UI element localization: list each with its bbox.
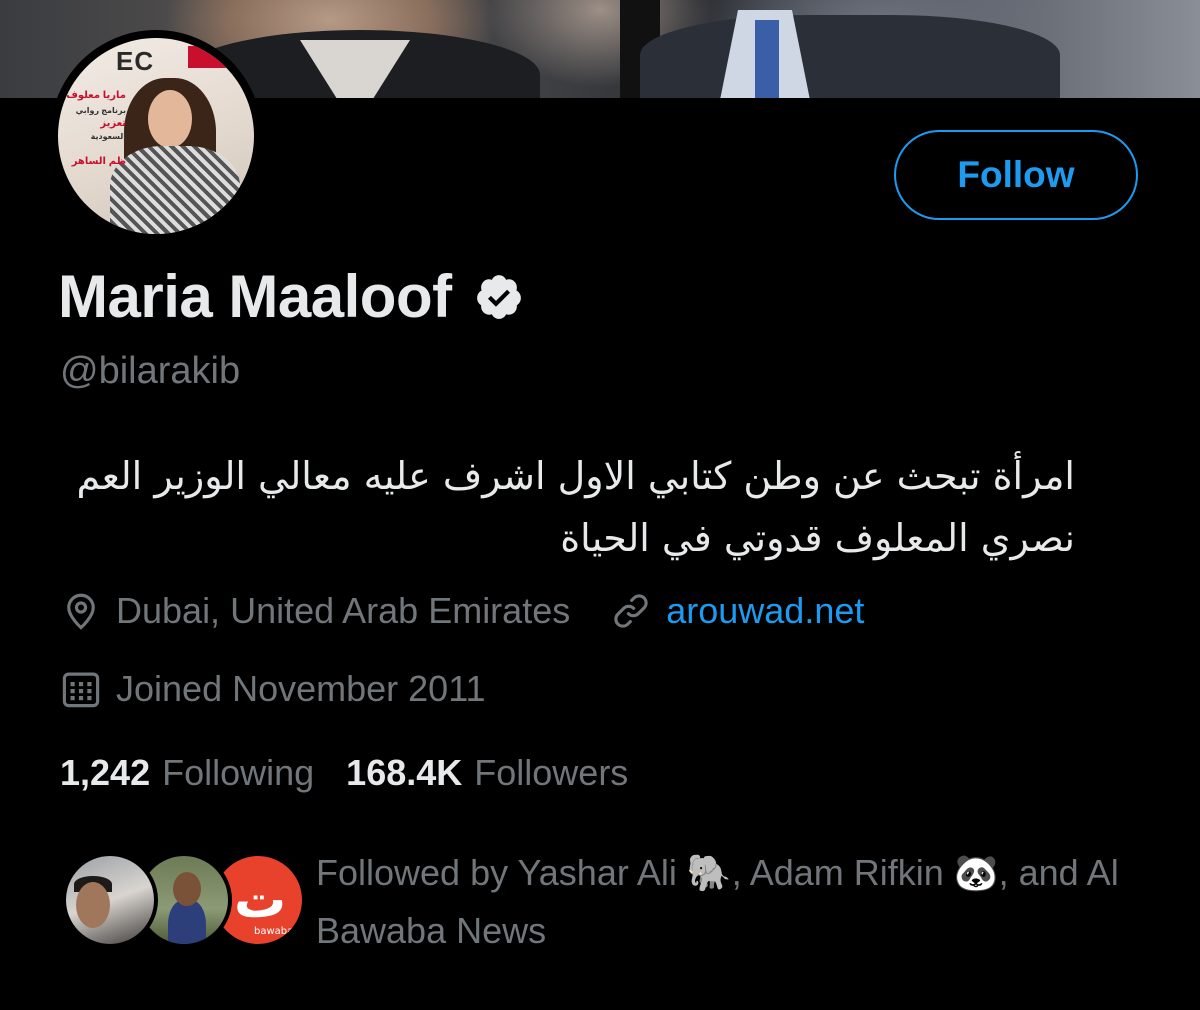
calendar-icon — [62, 672, 100, 708]
profile-name-row: Maria Maaloof — [58, 262, 524, 331]
verified-badge-icon[interactable] — [474, 272, 524, 322]
follower-avatar-logo: ت — [234, 870, 287, 930]
profile-handle: @bilarakib — [60, 350, 241, 392]
following-label: Following — [162, 752, 315, 793]
avatar-face — [148, 90, 192, 148]
avatar-overlay-text: برنامج روابي — [75, 106, 126, 115]
followers-label: Followers — [474, 752, 629, 793]
profile-meta-location-row: Dubai, United Arab Emirates arouwad.net — [60, 590, 864, 632]
avatar-logo-band — [188, 46, 254, 68]
banner-tie-right — [755, 20, 779, 98]
profile-meta-joined-row: Joined November 2011 — [60, 668, 486, 710]
following-count: 1,242 — [60, 752, 151, 793]
profile-avatar[interactable]: EC ماريا معلوف برنامج روابي تعزيز السعود… — [50, 30, 262, 242]
follower-avatar-logo-text: bawaba.com — [254, 926, 302, 937]
follower-avatar — [62, 852, 158, 948]
avatar-image: EC ماريا معلوف برنامج روابي تعزيز السعود… — [58, 38, 254, 234]
followed-by-section[interactable]: ت bawaba.com Followed by Yashar Ali 🐘, A… — [62, 852, 1162, 952]
display-name: Maria Maaloof — [58, 263, 452, 330]
following-stat[interactable]: 1,242 Following — [60, 752, 314, 794]
followers-count: 168.4K — [346, 752, 463, 793]
link-icon — [614, 594, 648, 628]
profile-location: Dubai, United Arab Emirates — [116, 590, 571, 631]
banner-figure-right — [640, 15, 1060, 98]
avatar-overlay-text: السعودية — [90, 132, 126, 141]
avatar-overlay-text: ظم الساهر — [71, 156, 126, 167]
profile-website-link[interactable]: arouwad.net — [666, 590, 864, 632]
profile-stats: 1,242 Following 168.4K Followers — [60, 752, 628, 794]
location-pin-icon — [67, 593, 95, 630]
profile-joined-date: Joined November 2011 — [116, 668, 486, 709]
avatar-overlay-text: تعزيز — [100, 118, 126, 129]
profile-bio: امرأة تبحث عن وطن كتابي الاول اشرف عليه … — [76, 454, 1075, 560]
avatar-jacket — [110, 146, 240, 234]
avatar-overlay-text: ماريا معلوف — [66, 90, 126, 101]
followed-by-text: Followed by Yashar Ali 🐘, Adam Rifkin 🐼,… — [316, 852, 1119, 951]
followers-stat[interactable]: 168.4K Followers — [346, 752, 628, 794]
avatar-magazine-logo: EC — [116, 46, 155, 76]
follow-button[interactable]: Follow — [894, 130, 1138, 220]
